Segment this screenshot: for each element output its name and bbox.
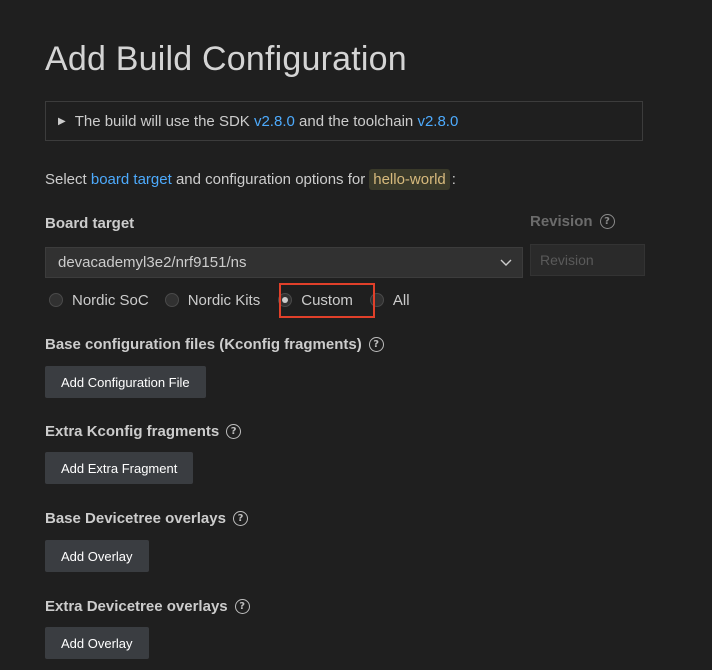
radio-all[interactable]: All xyxy=(369,291,410,309)
radio-label: Nordic Kits xyxy=(187,291,261,309)
base-config-label: Base configuration files (Kconfig fragme… xyxy=(45,336,384,353)
radio-nordic-soc[interactable]: Nordic SoC xyxy=(49,292,149,309)
chevron-down-icon xyxy=(500,259,512,266)
help-icon[interactable]: ? xyxy=(234,599,250,614)
help-icon[interactable]: ? xyxy=(232,511,248,526)
add-base-overlay-button[interactable]: Add Overlay xyxy=(45,540,149,572)
revision-placeholder: Revision xyxy=(540,252,594,268)
radio-circle[interactable] xyxy=(49,293,63,307)
revision-input[interactable]: Revision xyxy=(530,244,645,276)
toolchain-version-link[interactable]: v2.8.0 xyxy=(417,113,458,130)
radio-nordic-kits[interactable]: Nordic Kits xyxy=(164,291,261,309)
app-name-chip: hello-world xyxy=(369,168,450,190)
sdk-info-prefix: The build will use the SDK xyxy=(74,112,250,130)
help-icon[interactable]: ? xyxy=(368,337,384,352)
radio-label: All xyxy=(392,291,410,309)
select-middle: and configuration options for xyxy=(175,170,366,188)
board-target-value: devacademyl3e2/nrf9151/ns xyxy=(58,254,247,271)
extra-kconfig-label-text: Extra Kconfig fragments xyxy=(45,423,220,440)
board-target-label-text: Board target xyxy=(45,215,135,232)
select-prefix: Select xyxy=(45,170,87,188)
page-title: Add Build Configuration xyxy=(45,40,407,78)
revision-label-text: Revision xyxy=(530,213,593,230)
board-filter-radio-group: Nordic SoC Nordic Kits Custom All xyxy=(49,285,426,315)
add-configuration-file-button[interactable]: Add Configuration File xyxy=(45,366,206,398)
radio-label: Custom xyxy=(301,291,353,309)
extra-overlays-label: Extra Devicetree overlays ? xyxy=(45,598,250,615)
add-extra-overlay-button[interactable]: Add Overlay xyxy=(45,627,149,659)
select-instructions: Select board target and configuration op… xyxy=(45,166,456,192)
base-overlays-label: Base Devicetree overlays ? xyxy=(45,510,248,527)
select-suffix: : xyxy=(451,170,456,188)
radio-custom[interactable]: Custom xyxy=(278,292,353,309)
extra-overlays-label-text: Extra Devicetree overlays xyxy=(45,598,228,615)
base-config-label-text: Base configuration files (Kconfig fragme… xyxy=(45,336,362,353)
help-icon[interactable]: ? xyxy=(226,424,242,439)
sdk-info-expander[interactable]: ▶ The build will use the SDK v2.8.0 and … xyxy=(45,101,643,141)
add-extra-fragment-button[interactable]: Add Extra Fragment xyxy=(45,452,194,484)
radio-circle-checked[interactable] xyxy=(278,293,293,307)
expand-triangle-icon[interactable]: ▶ xyxy=(58,116,66,127)
sdk-version-link[interactable]: v2.8.0 xyxy=(254,113,295,130)
extra-kconfig-label: Extra Kconfig fragments ? xyxy=(45,423,242,440)
radio-circle[interactable] xyxy=(164,293,179,307)
help-icon[interactable]: ? xyxy=(599,214,615,229)
sdk-info-middle: and the toolchain xyxy=(299,112,414,130)
board-target-label: Board target xyxy=(45,215,134,232)
base-overlays-label-text: Base Devicetree overlays xyxy=(45,510,226,527)
radio-circle[interactable] xyxy=(369,293,384,307)
revision-label: Revision ? xyxy=(530,213,615,230)
board-target-link[interactable]: board target xyxy=(91,171,172,188)
board-target-select[interactable]: devacademyl3e2/nrf9151/ns xyxy=(45,247,523,278)
radio-label: Nordic SoC xyxy=(72,291,149,309)
